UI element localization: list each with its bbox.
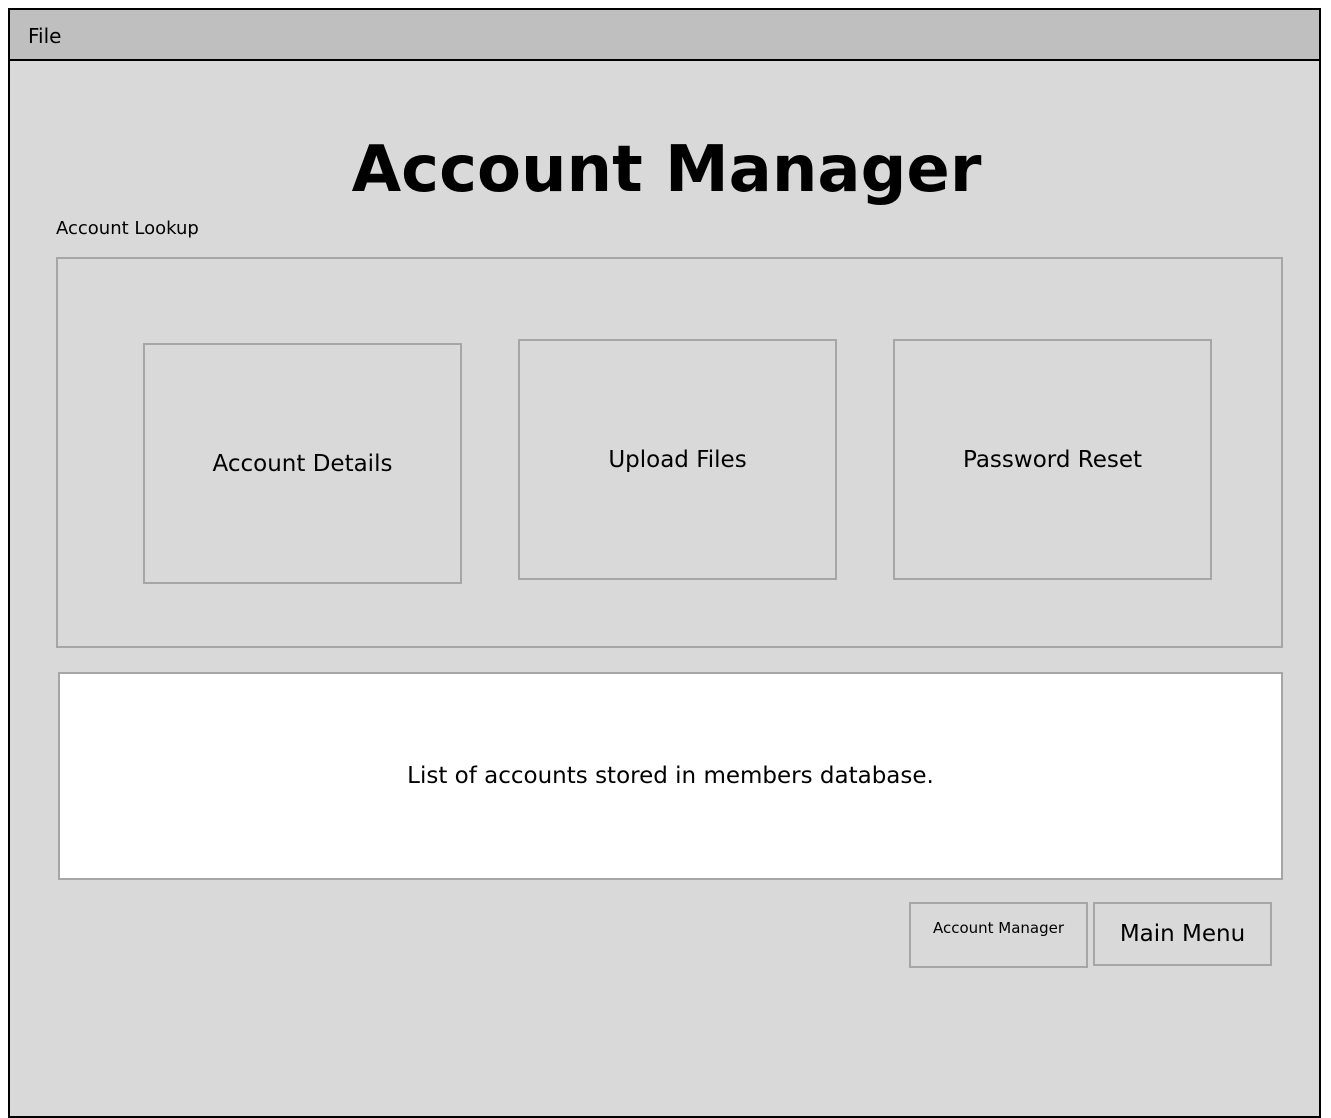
menu-file[interactable]: File: [28, 24, 61, 48]
page-title: Account Manager: [351, 133, 982, 207]
menu-bar: File: [10, 10, 1319, 61]
account-manager-button[interactable]: Account Manager: [909, 902, 1088, 968]
account-details-button[interactable]: Account Details: [143, 343, 462, 584]
upload-files-button[interactable]: Upload Files: [518, 339, 837, 580]
account-lookup-panel: Account Details Upload Files Password Re…: [56, 257, 1283, 648]
main-menu-button[interactable]: Main Menu: [1093, 902, 1272, 966]
account-lookup-label: Account Lookup: [56, 218, 199, 239]
app-window: File Account Manager Account Lookup Acco…: [8, 8, 1321, 1118]
password-reset-button[interactable]: Password Reset: [893, 339, 1212, 580]
accounts-list-placeholder: List of accounts stored in members datab…: [407, 763, 934, 789]
accounts-list[interactable]: List of accounts stored in members datab…: [58, 672, 1283, 880]
